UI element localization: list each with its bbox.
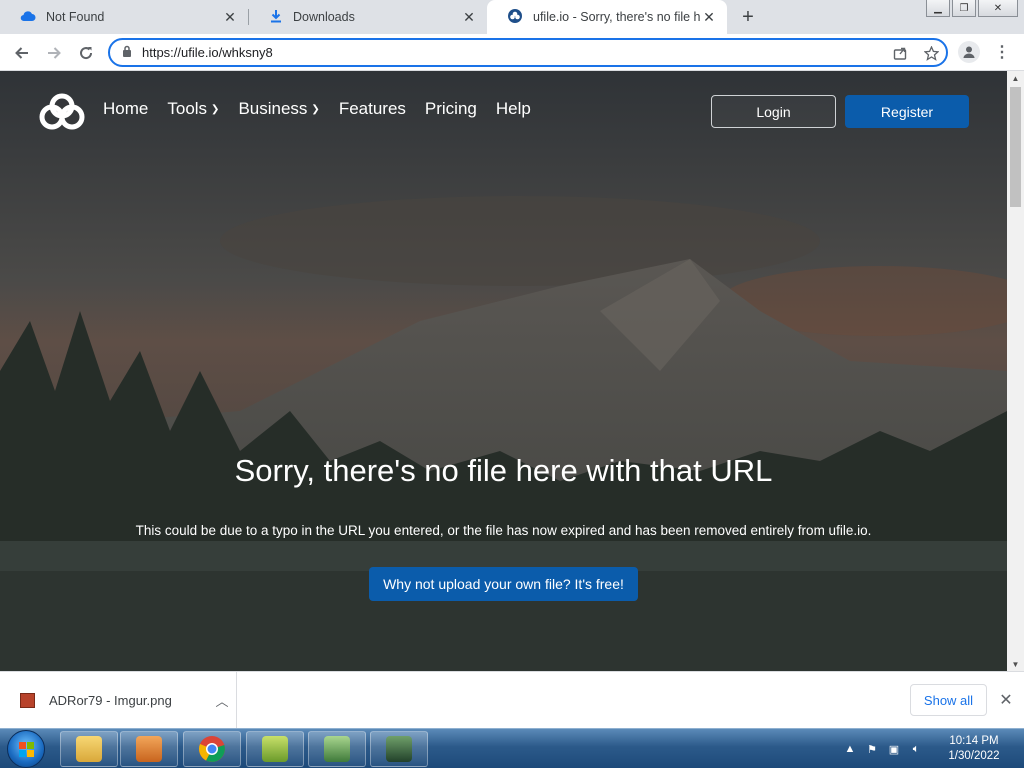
cloud-icon (20, 10, 36, 25)
tab-downloads[interactable]: Downloads ✕ (249, 0, 487, 34)
hero-subtitle: This could be due to a typo in the URL y… (135, 523, 872, 538)
scroll-down-arrow-icon[interactable]: ▼ (1007, 657, 1024, 671)
forward-arrow-icon (48, 47, 61, 59)
nav-help[interactable]: Help (496, 99, 531, 119)
close-icon[interactable]: ✕ (222, 9, 238, 25)
window-controls: ▁ ❐ ✕ (926, 0, 1018, 17)
lock-icon (122, 44, 132, 62)
show-all-button[interactable]: Show all (910, 684, 987, 716)
nav-tools-label: Tools (167, 99, 208, 118)
taskbar-notepad[interactable] (246, 731, 304, 767)
back-arrow-icon (15, 47, 28, 59)
windows-taskbar: ▲ ⚑ ▣ 🔈︎ 10:14 PM 1/30/2022 (0, 728, 1024, 768)
login-button[interactable]: Login (711, 95, 836, 128)
nav-business[interactable]: Business ❯ (238, 99, 319, 119)
share-icon[interactable] (891, 44, 909, 62)
chrome-icon (199, 736, 225, 762)
system-tray: ▲ ⚑ ▣ 🔈︎ (843, 729, 923, 768)
page-viewport: Home Tools ❯ Business ❯ Features Pricing H… (0, 71, 1007, 671)
new-tab-button[interactable]: + (737, 6, 759, 28)
nav-tools[interactable]: Tools ❯ (167, 99, 219, 119)
taskbar-terminal[interactable] (370, 731, 428, 767)
ufile-logo-icon (507, 8, 523, 26)
windows-logo-icon (19, 742, 34, 757)
chevron-down-icon: ❯ (211, 103, 220, 115)
action-center-flag-icon[interactable]: ⚑ (865, 742, 879, 756)
chevron-down-icon: ❯ (311, 103, 320, 115)
close-icon[interactable]: ✕ (701, 9, 717, 25)
tab-ufile[interactable]: ufile.io - Sorry, there's no file here ✕ (487, 0, 727, 34)
clock-date: 1/30/2022 (948, 750, 1000, 762)
nav-pricing-label: Pricing (424, 99, 477, 118)
terminal-icon (386, 736, 412, 762)
volume-icon[interactable]: 🔈︎ (909, 742, 923, 756)
taskbar-media-player[interactable] (120, 731, 178, 767)
nav-home-label: Home (103, 99, 149, 118)
close-icon[interactable]: ✕ (996, 690, 1016, 710)
download-item[interactable]: ADRor79 - Imgur.png ︿ (0, 672, 237, 729)
nav-features[interactable]: Features (339, 99, 406, 119)
profile-avatar-icon[interactable] (958, 41, 980, 63)
upload-cta-button[interactable]: Why not upload your own file? It's free! (369, 567, 638, 601)
scroll-up-arrow-icon[interactable]: ▲ (1007, 71, 1024, 85)
reload-button[interactable] (73, 40, 99, 66)
nav-business-label: Business (238, 99, 308, 118)
folder-icon (76, 736, 102, 762)
chevron-up-icon[interactable]: ︿ (208, 691, 236, 710)
ufile-logo-icon (39, 93, 85, 130)
address-bar[interactable]: https://ufile.io/whksny8 (108, 38, 948, 67)
nav-home[interactable]: Home (103, 99, 148, 119)
network-icon[interactable]: ▣ (887, 742, 901, 756)
forward-button[interactable] (41, 40, 67, 66)
clock-time: 10:14 PM (949, 735, 999, 747)
nav-links: Home Tools ❯ Business ❯ Features Pricing H… (103, 99, 550, 119)
tab-title: ufile.io - Sorry, there's no file here (533, 10, 701, 24)
tab-not-found[interactable]: Not Found ✕ (0, 0, 248, 34)
ufile-logo[interactable] (38, 93, 86, 131)
hero-title: Sorry, there's no file here with that UR… (234, 453, 773, 488)
restore-button[interactable]: ❐ (952, 0, 976, 17)
tab-title: Downloads (293, 10, 355, 24)
browser-menu-icon[interactable]: ⋮ (994, 41, 1010, 63)
taskbar-explorer[interactable] (60, 731, 118, 767)
taskbar-chrome[interactable] (183, 731, 241, 767)
url-text: https://ufile.io/whksny8 (142, 45, 273, 60)
window-close-button[interactable]: ✕ (978, 0, 1018, 17)
taskbar-app[interactable] (308, 731, 366, 767)
taskbar-clock[interactable]: 10:14 PM 1/30/2022 (940, 734, 1008, 764)
start-button[interactable] (7, 730, 45, 768)
media-player-icon (136, 736, 162, 762)
site-navigation: Home Tools ❯ Business ❯ Features Pricing H… (0, 71, 1007, 151)
register-button[interactable]: Register (845, 95, 969, 128)
nav-features-label: Features (338, 99, 406, 118)
back-button[interactable] (9, 40, 35, 66)
close-icon[interactable]: ✕ (461, 9, 477, 25)
page-scrollbar[interactable]: ▲ ▼ (1007, 71, 1024, 671)
minimize-button[interactable]: ▁ (926, 0, 950, 17)
tab-title: Not Found (46, 10, 105, 24)
nav-help-label: Help (495, 99, 531, 118)
frog-app-icon (324, 736, 350, 762)
scroll-thumb[interactable] (1010, 87, 1021, 207)
nav-pricing[interactable]: Pricing (425, 99, 477, 119)
download-file-name: ADRor79 - Imgur.png (49, 693, 172, 708)
reload-icon (80, 47, 93, 60)
tab-strip: Not Found ✕ Downloads ✕ ufile.io - Sorry… (0, 0, 1024, 34)
notepad-icon (262, 736, 288, 762)
image-file-icon (20, 693, 35, 708)
browser-toolbar: https://ufile.io/whksny8 ⋮ (0, 34, 1024, 71)
show-hidden-icons[interactable]: ▲ (843, 742, 857, 756)
download-bar: ADRor79 - Imgur.png ︿ Show all ✕ (0, 671, 1024, 729)
bookmark-star-icon[interactable] (922, 44, 940, 62)
download-icon (269, 9, 283, 26)
